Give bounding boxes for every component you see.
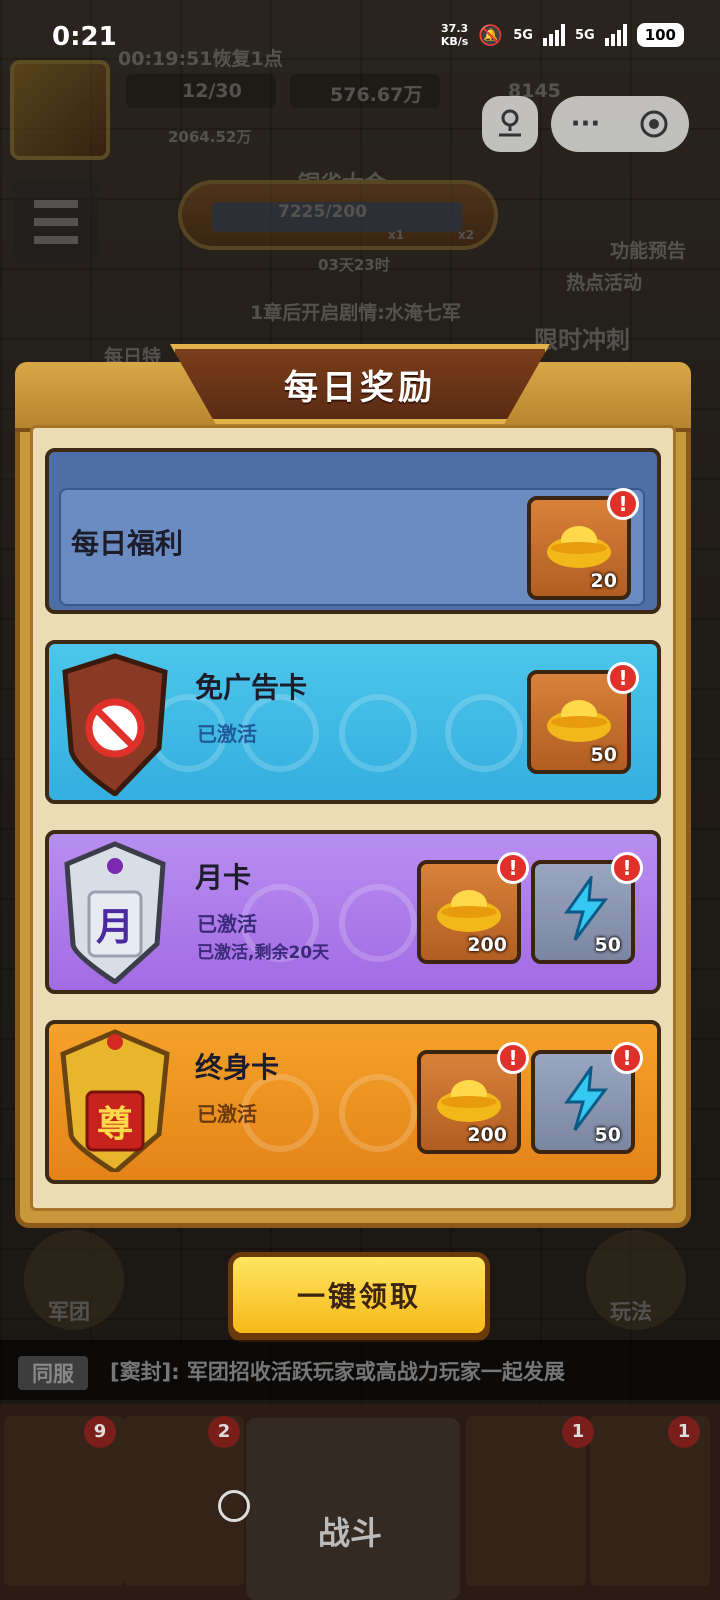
alert-icon: ! <box>607 662 639 694</box>
card-status: 已激活 <box>197 1102 257 1126</box>
card-label: 每日福利 <box>71 527 184 560</box>
tab-battle-label: 战斗 <box>318 1514 383 1552</box>
reward-gold-ingot[interactable]: 200 ! <box>417 1042 529 1154</box>
alert-icon: ! <box>607 488 639 520</box>
reward-amount: 50 <box>590 744 617 766</box>
reward-energy[interactable]: 50 ! <box>531 1042 643 1154</box>
badge-char: 尊 <box>97 1104 133 1145</box>
alert-icon: ! <box>611 1042 643 1074</box>
card-no-ads: 免广告卡 已激活 50 ! <box>45 640 661 804</box>
assistive-touch-icon[interactable] <box>218 1490 250 1522</box>
reward-gold-ingot[interactable]: 50 ! <box>527 662 639 774</box>
close-target-icon[interactable] <box>639 109 669 139</box>
lightning-icon <box>564 876 608 941</box>
reward-amount: 50 <box>594 1124 621 1146</box>
coin-decoration <box>339 884 417 962</box>
tab-count-badge: 2 <box>208 1416 240 1448</box>
claim-all-button[interactable]: 一键领取 <box>228 1252 490 1338</box>
signal-icon-2 <box>604 24 627 46</box>
coin-decoration <box>339 1074 417 1152</box>
signal-label-2: 5G <box>574 27 595 43</box>
reward-gold-ingot[interactable]: 20 ! <box>527 488 639 600</box>
reward-amount: 200 <box>467 1124 507 1146</box>
mini-program-capsule[interactable]: ··· <box>551 96 689 152</box>
no-ads-shield-icon <box>62 653 168 796</box>
badge-char: 月 <box>96 905 134 949</box>
coin-decoration <box>339 694 417 772</box>
alert-icon: ! <box>497 852 529 884</box>
gold-ingot-icon <box>437 1080 501 1122</box>
alert-icon: ! <box>611 852 643 884</box>
gold-ingot-icon <box>437 890 501 932</box>
joystick-icon[interactable] <box>482 96 538 152</box>
lifetime-badge-icon: 尊 <box>60 1029 170 1172</box>
card-label: 终身卡 <box>195 1051 280 1084</box>
tab-count-badge: 1 <box>562 1416 594 1448</box>
gold-ingot-icon <box>547 526 611 568</box>
reward-amount: 50 <box>594 934 621 956</box>
lightning-icon <box>564 1066 608 1131</box>
status-bar: 0:21 37.3 KB/s 🔕 5G 5G 100 <box>0 0 720 74</box>
status-time: 0:21 <box>52 22 117 52</box>
card-label: 月卡 <box>195 861 252 894</box>
net-speed: 37.3 KB/s <box>441 22 468 48</box>
more-icon[interactable]: ··· <box>571 109 601 139</box>
reward-amount: 200 <box>467 934 507 956</box>
net-speed-value: 37.3 <box>441 22 469 35</box>
signal-icon-1 <box>542 24 565 46</box>
dialog-title: 每日奖励 <box>284 367 436 408</box>
gold-ingot-icon <box>547 700 611 742</box>
card-monthly: 月 月卡 已激活 已激活,剩余20天 200 ! 50 ! <box>45 830 661 994</box>
tab-count-badge: 9 <box>84 1416 116 1448</box>
net-speed-unit: KB/s <box>440 35 469 48</box>
card-status: 已激活 <box>197 912 257 936</box>
tab-count-badge: 1 <box>668 1416 700 1448</box>
card-daily-welfare: 每日福利 20 ! <box>45 448 661 614</box>
coin-decoration <box>445 694 523 772</box>
chat-channel[interactable]: 同服 <box>18 1356 88 1390</box>
battery-icon: 100 <box>636 23 684 47</box>
chat-message: [窦封]: 军团招收活跃玩家或高战力玩家一起发展 <box>110 1360 565 1384</box>
signal-label-1: 5G <box>513 27 533 43</box>
status-icons: 37.3 KB/s 🔕 5G 5G 100 <box>441 22 684 48</box>
claim-all-label: 一键领取 <box>296 1280 421 1313</box>
monthly-badge-icon: 月 <box>64 841 166 984</box>
card-label: 免广告卡 <box>195 671 308 704</box>
card-lifetime: 尊 终身卡 已激活 200 ! 50 ! <box>45 1020 661 1184</box>
card-remaining-days: 已激活,剩余20天 <box>197 943 330 963</box>
alert-icon: ! <box>497 1042 529 1074</box>
reward-amount: 20 <box>590 570 617 592</box>
dialog-title-plate: 每日奖励 <box>170 344 550 424</box>
reward-gold-ingot[interactable]: 200 ! <box>417 852 529 964</box>
mute-icon: 🔕 <box>478 23 504 47</box>
card-status: 已激活 <box>197 722 257 746</box>
reward-energy[interactable]: 50 ! <box>531 852 643 964</box>
